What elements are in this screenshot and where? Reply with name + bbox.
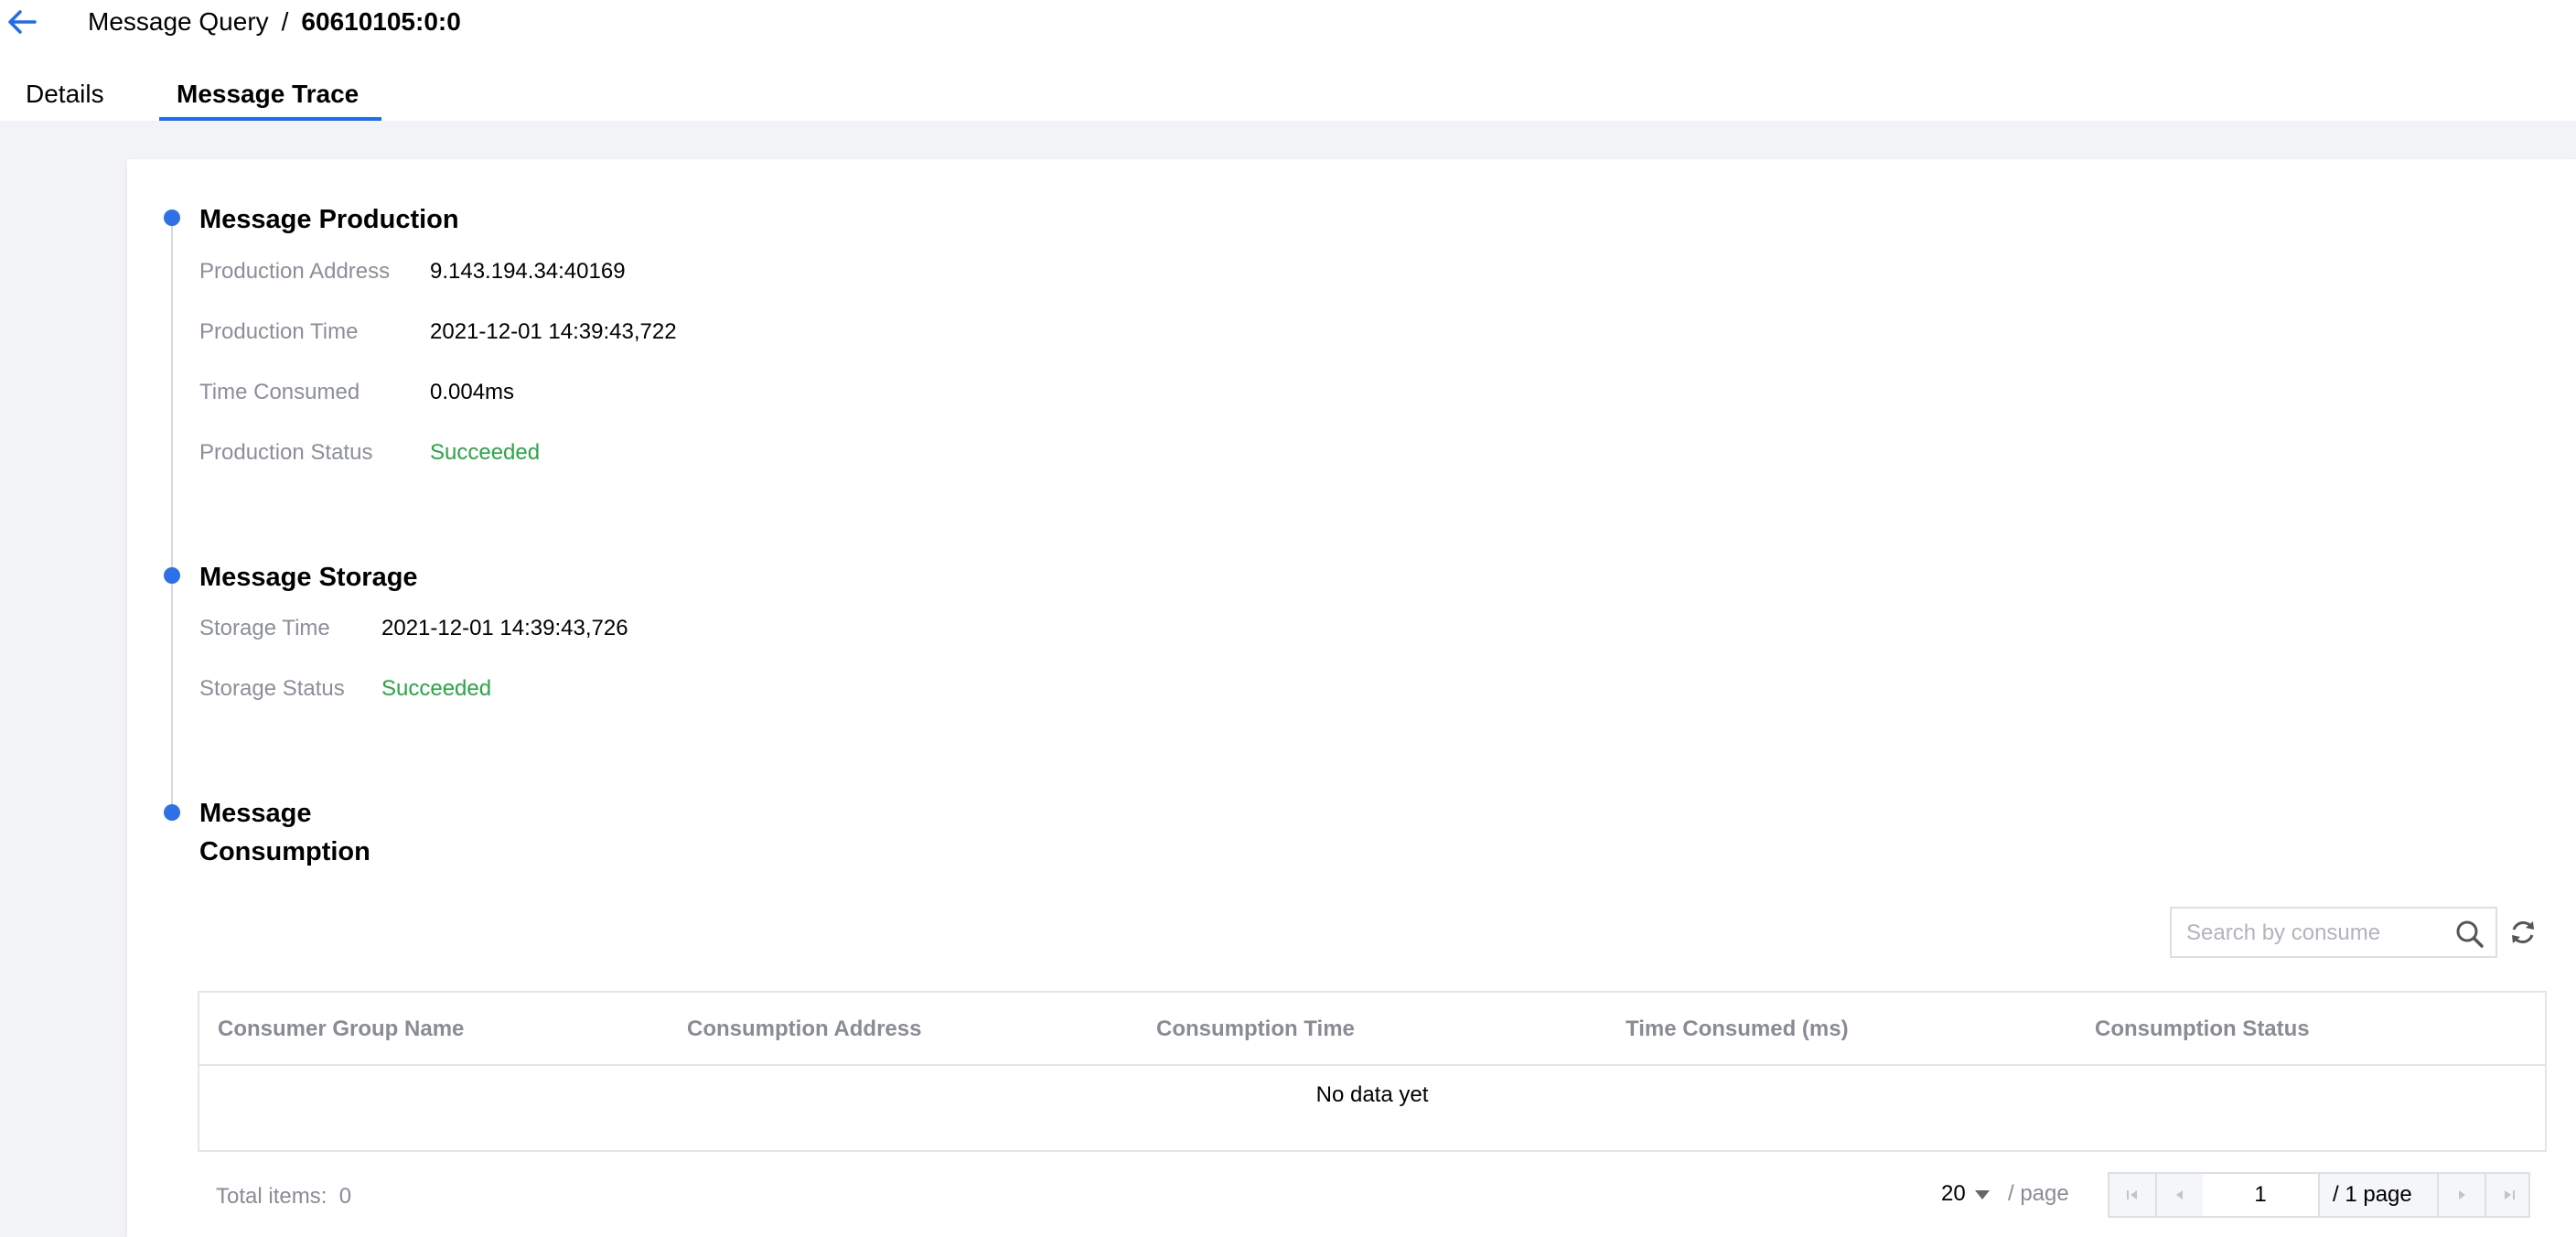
time-consumed-label: Time Consumed [199,380,360,404]
empty-state-text: No data yet [1315,1082,1429,1107]
section-title-consumption-line2: Consumption [199,837,370,866]
production-address-value: 9.143.194.34:40169 [430,259,626,284]
breadcrumb-current: 60610105:0:0 [301,7,461,36]
consumer-search-box [2170,907,2497,958]
chevron-down-icon [1974,1189,1990,1199]
timeline-dot-storage [164,567,180,584]
breadcrumb-separator: / [281,7,289,36]
consumer-search-input[interactable] [2184,918,2435,949]
production-time-value: 2021-12-01 14:39:43,722 [430,319,677,344]
production-status-value: Succeeded [430,440,541,465]
page-size-value: 20 [1941,1181,1966,1206]
next-page-button[interactable] [2437,1174,2485,1216]
total-items: Total items: 0 [216,1182,351,1211]
storage-time-label: Storage Time [199,616,330,640]
pagination-control: / 1 page [2108,1172,2530,1218]
last-page-icon [2505,1190,2515,1199]
table-header: Consumer Group Name Consumption Address … [199,993,2545,1066]
section-title-consumption-line1: Message [199,799,312,828]
timeline-dot-production [164,210,180,226]
column-header-consumption-status: Consumption Status [2095,1016,2310,1041]
tab-details[interactable]: Details [26,79,104,110]
current-page-input[interactable] [2203,1174,2320,1216]
column-header-consumption-time: Consumption Time [1156,1016,1355,1041]
total-pages-label: / 1 page [2333,1182,2412,1207]
page-size-select[interactable]: 20 [1941,1179,1990,1209]
breadcrumb-parent[interactable]: Message Query [88,7,269,36]
first-page-icon [2127,1190,2137,1199]
first-page-button[interactable] [2109,1174,2157,1216]
active-tab-indicator [159,117,381,121]
timeline-dot-consumption [164,804,180,821]
next-page-icon [2459,1190,2465,1199]
column-header-consumption-address: Consumption Address [687,1016,922,1041]
total-items-count: 0 [338,1184,352,1209]
top-bar: Message Query / 60610105:0:0 Details Messa… [0,0,2576,121]
column-header-consumer-group: Consumer Group Name [218,1016,465,1041]
timeline-line [171,220,173,814]
prev-page-button[interactable] [2157,1174,2205,1216]
search-icon[interactable] [2455,920,2485,949]
section-title-production: Message Production [199,205,459,234]
per-page-label: / page [2008,1181,2069,1206]
storage-status-label: Storage Status [199,676,345,701]
storage-status-value: Succeeded [381,676,492,701]
tab-message-trace[interactable]: Message Trace [177,79,359,110]
column-header-time-consumed: Time Consumed (ms) [1626,1016,1849,1041]
last-page-button[interactable] [2485,1174,2532,1216]
refresh-icon[interactable] [2508,918,2538,947]
total-items-label: Total items: [216,1184,327,1209]
consumption-table: Consumer Group Name Consumption Address … [198,991,2547,1152]
storage-time-value: 2021-12-01 14:39:43,726 [381,616,628,640]
production-address-label: Production Address [199,259,391,284]
section-title-storage: Message Storage [199,563,418,592]
back-arrow-icon[interactable] [7,9,37,35]
breadcrumb: Message Query / 60610105:0:0 [88,5,461,38]
time-consumed-value: 0.004ms [430,380,515,404]
production-status-label: Production Status [199,440,373,465]
production-time-label: Production Time [199,319,359,344]
prev-page-icon [2176,1190,2183,1199]
